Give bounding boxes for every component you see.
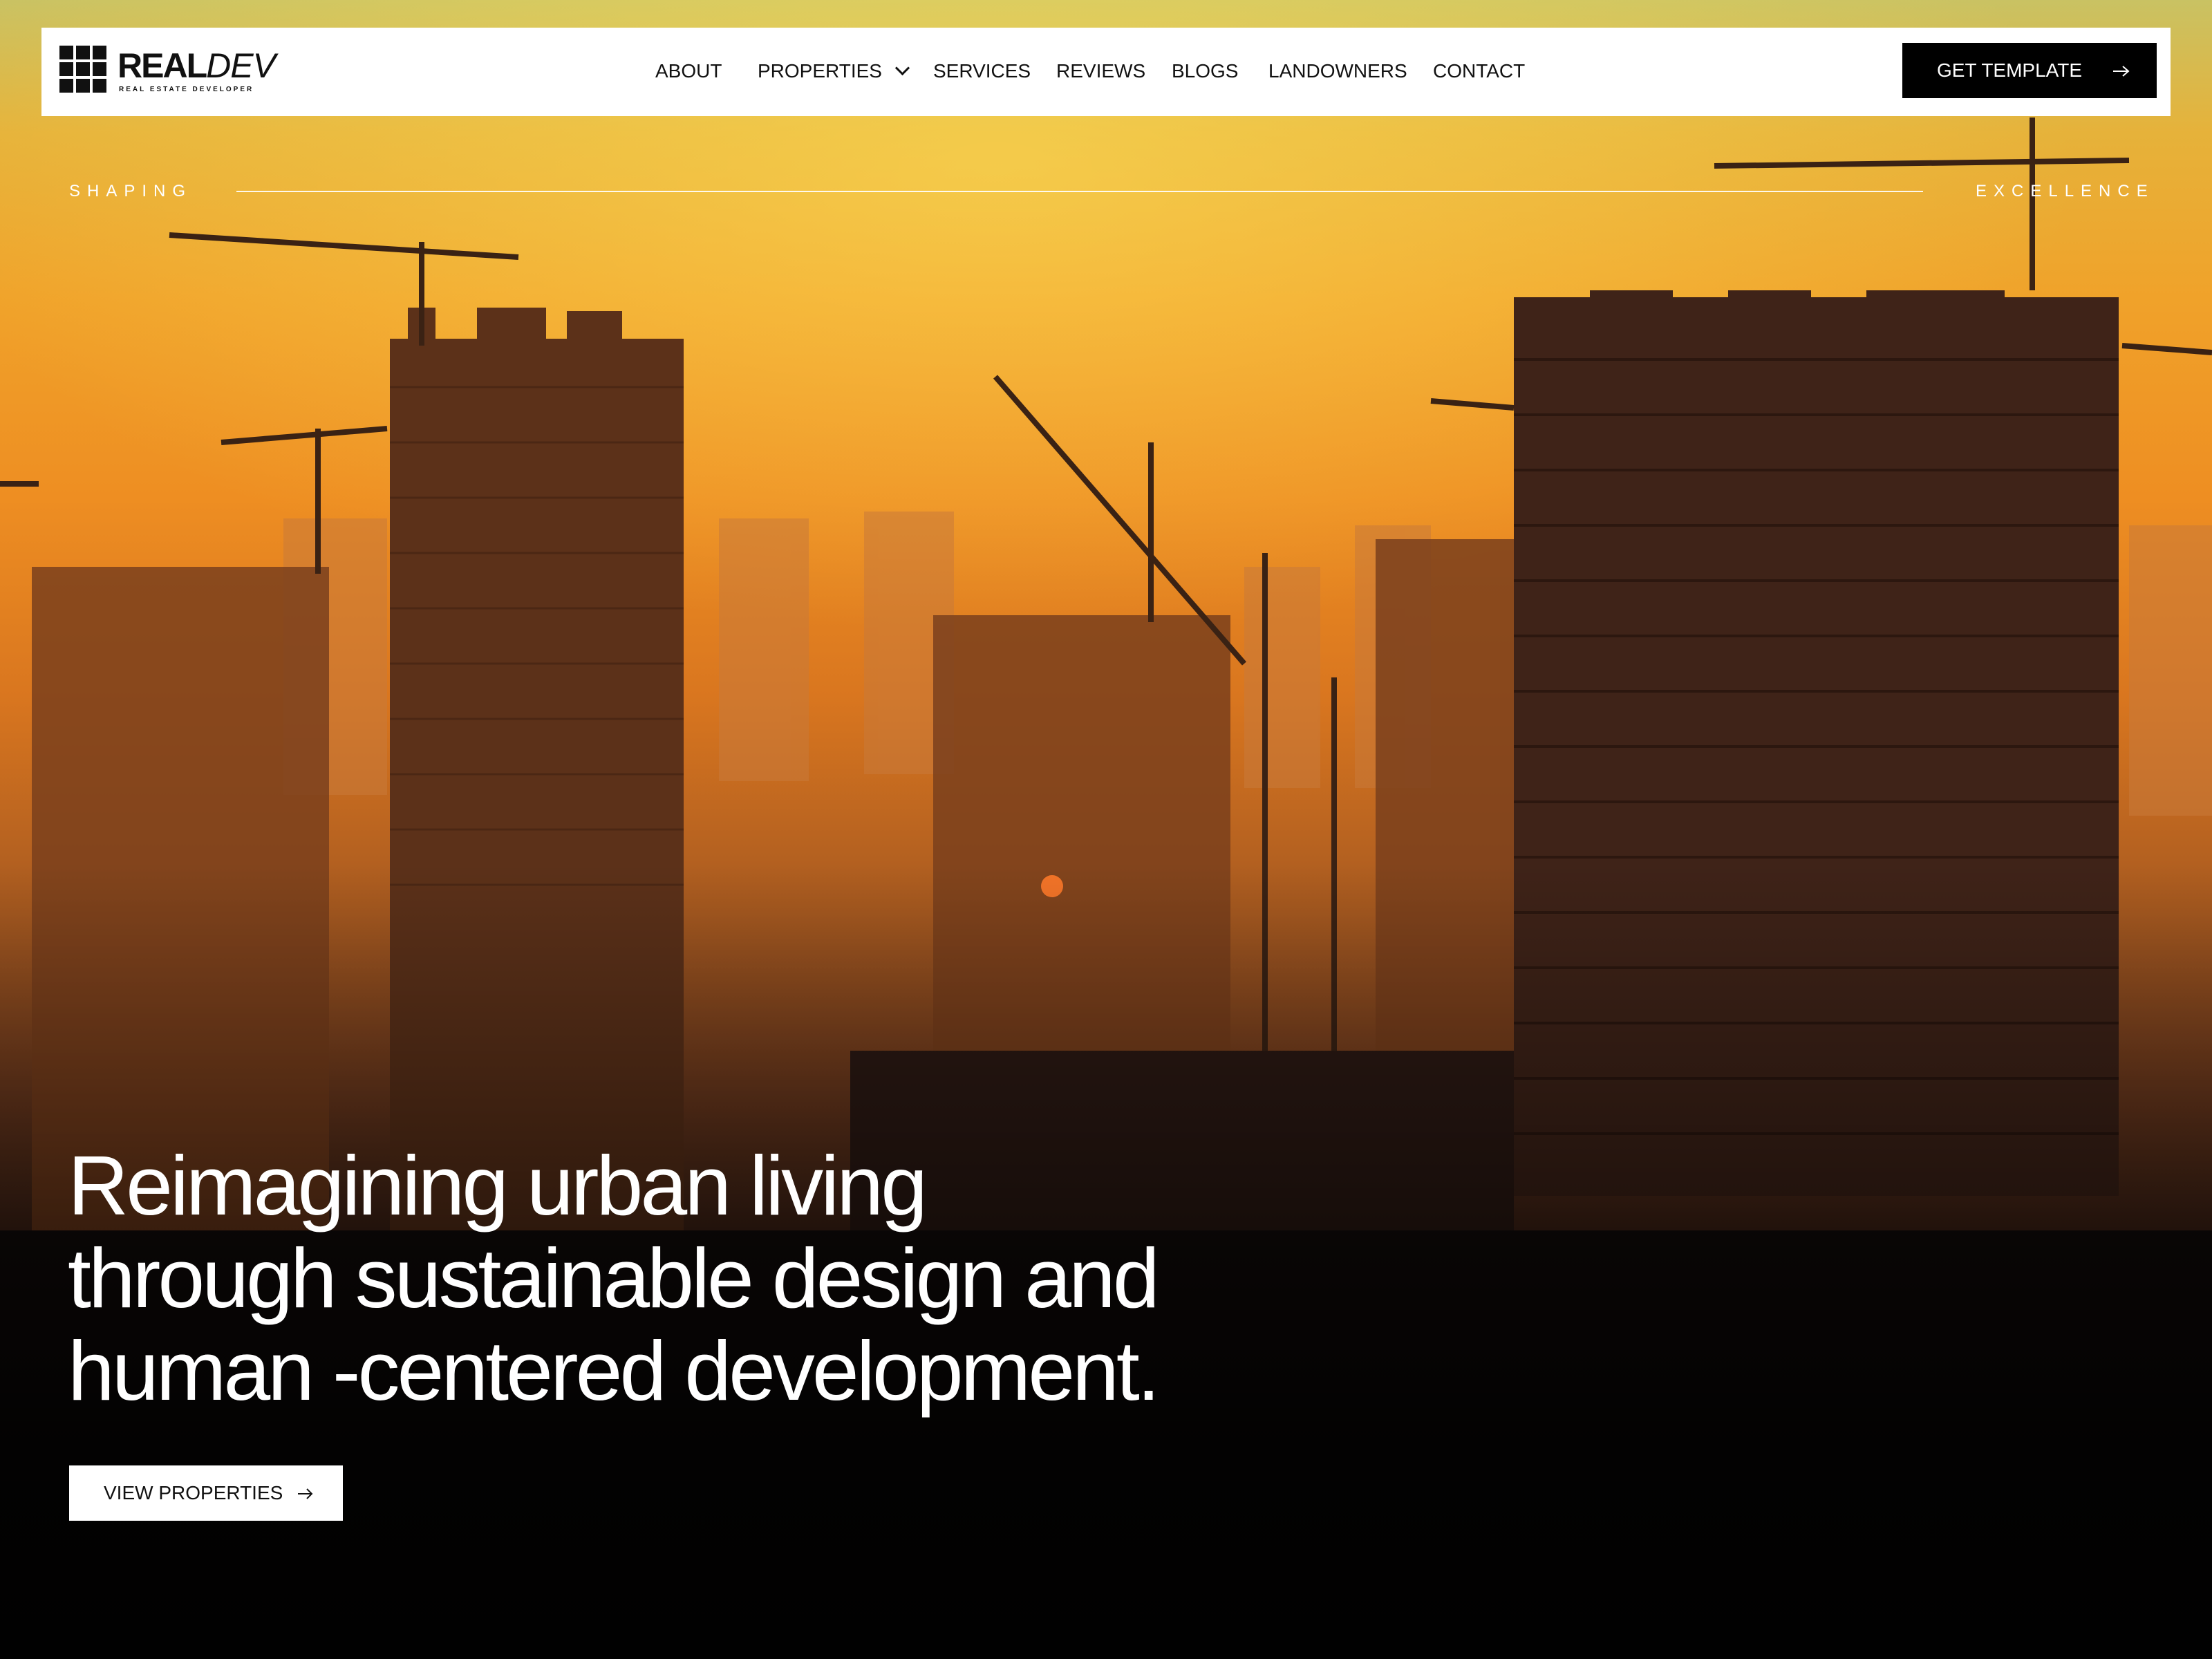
- hero-headline-line-1: Reimagining urban living: [68, 1138, 928, 1232]
- hero-headline-line-3: human -centered development.: [68, 1324, 1161, 1418]
- nav-link-about[interactable]: ABOUT: [655, 59, 722, 83]
- top-navbar: REALDEV REAL ESTATE DEVELOPER ABOUT PROP…: [41, 28, 2171, 116]
- chevron-down-icon: [894, 60, 910, 76]
- hero-headline-line-2: through sustainable design and: [68, 1231, 1160, 1325]
- nav-link-contact[interactable]: CONTACT: [1433, 59, 1525, 83]
- nav-links: ABOUT PROPERTIES SERVICES REVIEWS BLOGS …: [41, 28, 2171, 116]
- tagline-excellence: EXCELLENCE: [1976, 182, 2155, 200]
- get-template-button[interactable]: GET TEMPLATE: [1902, 43, 2157, 98]
- nav-link-properties-label: PROPERTIES: [758, 60, 882, 82]
- arrow-right-icon: [2113, 66, 2130, 77]
- tagline-shaping: SHAPING: [69, 182, 193, 200]
- nav-link-properties[interactable]: PROPERTIES: [758, 59, 910, 83]
- view-properties-button[interactable]: VIEW PROPERTIES: [69, 1465, 343, 1521]
- nav-link-reviews[interactable]: REVIEWS: [1056, 59, 1145, 83]
- nav-link-blogs[interactable]: BLOGS: [1172, 59, 1238, 83]
- tagline-divider: [236, 191, 1923, 192]
- arrow-right-icon: [298, 1488, 313, 1499]
- get-template-label: GET TEMPLATE: [1937, 59, 2083, 81]
- nav-link-services[interactable]: SERVICES: [933, 59, 1031, 83]
- view-properties-label: VIEW PROPERTIES: [104, 1482, 283, 1503]
- nav-link-landowners[interactable]: LANDOWNERS: [1268, 59, 1407, 83]
- hero-headline: Reimagining urban living through sustain…: [68, 1139, 1243, 1417]
